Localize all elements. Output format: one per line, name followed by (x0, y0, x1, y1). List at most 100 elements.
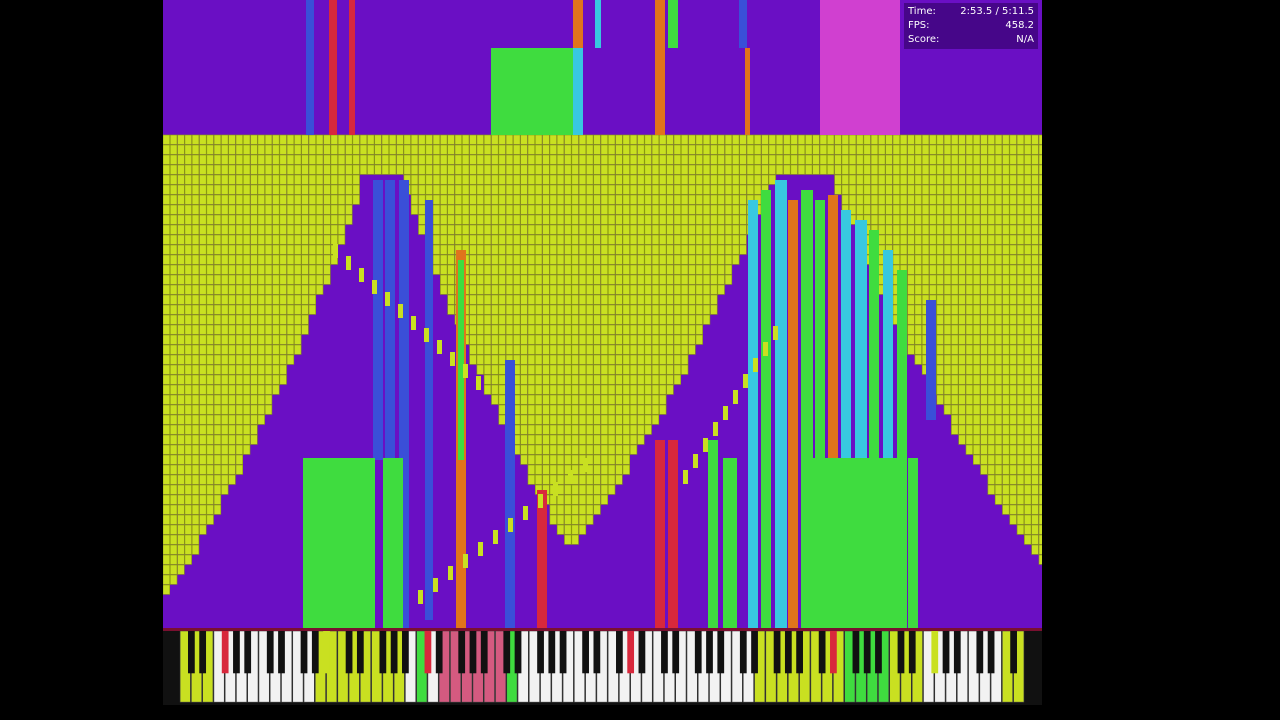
note-block (1031, 484, 1039, 495)
note-block (943, 164, 952, 175)
note-block (1031, 224, 1039, 235)
note-block (899, 134, 908, 145)
note-block (1024, 404, 1032, 415)
note-block (1031, 264, 1039, 275)
note-block (250, 424, 258, 435)
note-block (374, 144, 382, 155)
note-block (958, 264, 966, 275)
note-block (644, 164, 652, 175)
note-block (257, 384, 265, 395)
note-block (1002, 364, 1010, 375)
note-block (213, 224, 222, 235)
note-block (1009, 254, 1017, 265)
note-block (170, 344, 178, 355)
note-block (549, 254, 557, 265)
note-block (666, 364, 674, 375)
note-block (980, 134, 988, 145)
note-block (732, 234, 740, 245)
note-block (571, 144, 579, 155)
note-block (286, 214, 295, 225)
note-block (629, 434, 638, 445)
note-block (987, 214, 995, 225)
note-block (301, 274, 309, 285)
note-block (746, 184, 754, 195)
note-block (936, 154, 944, 165)
note-block (542, 214, 550, 225)
note-block (797, 154, 806, 165)
note-block (425, 144, 433, 155)
note-block (695, 214, 703, 225)
note-block (213, 264, 222, 275)
note-block (673, 244, 681, 255)
note-block (542, 164, 550, 175)
note-block (520, 144, 528, 155)
note-block (885, 184, 893, 195)
note-block (206, 384, 214, 395)
note-block (980, 174, 988, 185)
note-block (163, 414, 170, 425)
note-block (177, 144, 185, 155)
note-block (1002, 314, 1010, 325)
note-block (702, 314, 711, 325)
note-block (724, 174, 733, 185)
note-block (170, 274, 178, 285)
black-key (244, 631, 252, 674)
note-block (629, 184, 638, 195)
note-block (987, 264, 995, 275)
note-block (264, 204, 273, 215)
note-block (607, 364, 616, 375)
note-block (710, 264, 718, 275)
note-block (542, 174, 550, 185)
note-block (498, 234, 506, 245)
note-block (907, 344, 915, 355)
note-bar (595, 0, 601, 48)
note-block (170, 484, 178, 495)
note-block (586, 504, 594, 515)
fps-label: FPS: (908, 20, 930, 31)
note-block (534, 274, 543, 285)
note-block (527, 404, 535, 415)
note-block (498, 224, 506, 235)
note-block (972, 454, 981, 465)
note-block (498, 134, 506, 145)
note-block (571, 234, 579, 245)
note-block (972, 284, 981, 295)
note-block (170, 244, 178, 255)
note-block (410, 174, 419, 185)
note-block (571, 334, 579, 345)
note-block (651, 364, 660, 375)
note-block (936, 174, 944, 185)
note-block (586, 444, 594, 455)
note-block (600, 324, 608, 335)
note-block (337, 144, 346, 155)
note-block (870, 184, 879, 195)
note-block (688, 194, 696, 205)
note-block (593, 444, 601, 455)
note-block (761, 154, 769, 165)
arpeggio-note (683, 470, 688, 484)
note-block (264, 334, 273, 345)
note-block (564, 144, 572, 155)
note-block (1038, 284, 1042, 295)
note-bar (573, 0, 583, 48)
note-block (206, 284, 214, 295)
note-block (644, 244, 652, 255)
note-block (294, 164, 302, 175)
note-block (235, 434, 243, 445)
note-block (542, 324, 550, 335)
note-block (929, 154, 937, 165)
note-block (549, 224, 557, 235)
note-block (965, 194, 973, 205)
note-block (951, 344, 959, 355)
note-block (396, 144, 404, 155)
note-block (221, 424, 229, 435)
note-block (994, 434, 1003, 445)
note-block (323, 194, 331, 205)
note-block (943, 394, 952, 405)
note-block (987, 464, 995, 475)
note-block (951, 304, 959, 315)
note-block (622, 364, 630, 375)
note-block (418, 134, 426, 145)
note-block (184, 524, 192, 535)
note-block (228, 434, 236, 445)
